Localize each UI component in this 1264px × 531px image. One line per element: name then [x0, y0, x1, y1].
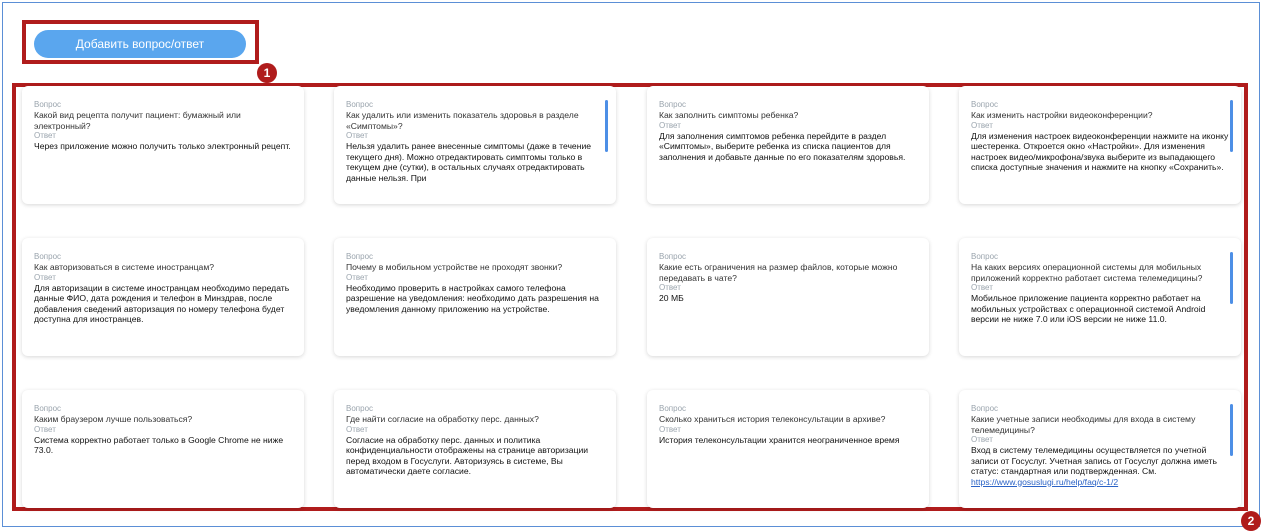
question-label: Вопрос	[34, 252, 62, 261]
question-text: На каких версиях операционной системы дл…	[971, 262, 1203, 283]
scrollbar-thumb[interactable]	[1230, 252, 1233, 304]
faq-card[interactable]: Вопрос Какой вид рецепта получит пациент…	[22, 86, 304, 204]
faq-card[interactable]: Вопрос Какие учетные записи необходимы д…	[959, 390, 1241, 508]
faq-card[interactable]: Вопрос На каких версиях операционной сис…	[959, 238, 1241, 356]
faq-card[interactable]: Вопрос Почему в мобильном устройстве не …	[334, 238, 616, 356]
answer-text: 20 МБ	[659, 293, 684, 303]
question-text: Как авторизоваться в системе иностранцам…	[34, 262, 215, 272]
answer-text: Для заполнения симптомов ребенка перейди…	[659, 130, 906, 162]
faq-card[interactable]: Вопрос Как заполнить симптомы ребенка? О…	[647, 86, 929, 204]
question-label: Вопрос	[971, 252, 999, 261]
faq-grid: Вопрос Какой вид рецепта получит пациент…	[0, 0, 1264, 531]
question-label: Вопрос	[346, 100, 374, 109]
answer-label: Ответ	[971, 283, 993, 292]
answer-label: Ответ	[346, 424, 368, 434]
answer-label: Ответ	[34, 131, 56, 140]
answer-label: Ответ	[659, 120, 681, 130]
question-text: Почему в мобильном устройстве не проходя…	[346, 262, 563, 272]
answer-text-body: Вход в систему телемедицины осуществляет…	[971, 445, 1217, 476]
answer-text: Система корректно работает только в Goog…	[34, 434, 284, 456]
question-text: Сколько храниться история телеконсультац…	[659, 414, 886, 424]
question-text: Как изменить настройки видеоконференции?	[971, 110, 1153, 120]
question-label: Вопрос	[971, 404, 999, 413]
faq-card[interactable]: Вопрос Как авторизоваться в системе инос…	[22, 238, 304, 356]
help-link[interactable]: https://www.gosuslugi.ru/help/faq/c-1/2	[971, 477, 1118, 487]
answer-text: Мобильное приложение пациента корректно …	[971, 293, 1206, 324]
answer-label: Ответ	[659, 424, 681, 434]
question-text: Где найти согласие на обработку перс. да…	[346, 414, 539, 424]
question-text: Каким браузером лучше пользоваться?	[34, 414, 193, 424]
question-label: Вопрос	[659, 404, 687, 413]
answer-text: Через приложение можно получить только э…	[34, 141, 291, 151]
question-label: Вопрос	[659, 252, 687, 261]
answer-label: Ответ	[971, 435, 993, 444]
faq-card[interactable]: Вопрос Как изменить настройки видеоконфе…	[959, 86, 1241, 204]
answer-text: Для изменения настроек видеоконференции …	[971, 130, 1229, 173]
faq-card[interactable]: Вопрос Как удалить или изменить показате…	[334, 86, 616, 204]
answer-text: Нельзя удалить ранее внесенные симптомы …	[346, 141, 592, 183]
faq-card[interactable]: Вопрос Сколько храниться история телекон…	[647, 390, 929, 508]
question-text: Как удалить или изменить показатель здор…	[346, 110, 579, 131]
question-label: Вопрос	[34, 404, 62, 413]
faq-card[interactable]: Вопрос Каким браузером лучше пользоватьс…	[22, 390, 304, 508]
question-label: Вопрос	[34, 100, 62, 109]
question-label: Вопрос	[971, 100, 999, 109]
question-text: Какие учетные записи необходимы для вход…	[971, 414, 1196, 435]
answer-text: История телеконсультации хранится неогра…	[659, 434, 900, 445]
answer-text: Для авторизации в системе иностранцам не…	[34, 282, 290, 325]
answer-label: Ответ	[971, 120, 993, 130]
scrollbar-thumb[interactable]	[1230, 404, 1233, 456]
scrollbar-thumb[interactable]	[605, 100, 608, 152]
question-label: Вопрос	[659, 100, 687, 109]
answer-label: Ответ	[34, 272, 56, 282]
scrollbar-thumb[interactable]	[1230, 100, 1233, 152]
question-text: Какой вид рецепта получит пациент: бумаж…	[34, 110, 241, 131]
faq-card[interactable]: Вопрос Где найти согласие на обработку п…	[334, 390, 616, 508]
answer-label: Ответ	[659, 283, 681, 292]
answer-label: Ответ	[34, 424, 56, 434]
answer-text: Вход в систему телемедицины осуществляет…	[971, 445, 1229, 487]
answer-text: Согласие на обработку перс. данных и пол…	[346, 434, 589, 477]
answer-label: Ответ	[346, 131, 368, 140]
question-label: Вопрос	[346, 404, 374, 413]
answer-text: Необходимо проверить в настройках самого…	[346, 282, 599, 314]
question-text: Какие есть ограничения на размер файлов,…	[659, 262, 898, 283]
answer-label: Ответ	[346, 272, 368, 282]
faq-card[interactable]: Вопрос Какие есть ограничения на размер …	[647, 238, 929, 356]
question-label: Вопрос	[346, 252, 374, 261]
question-text: Как заполнить симптомы ребенка?	[659, 110, 799, 120]
